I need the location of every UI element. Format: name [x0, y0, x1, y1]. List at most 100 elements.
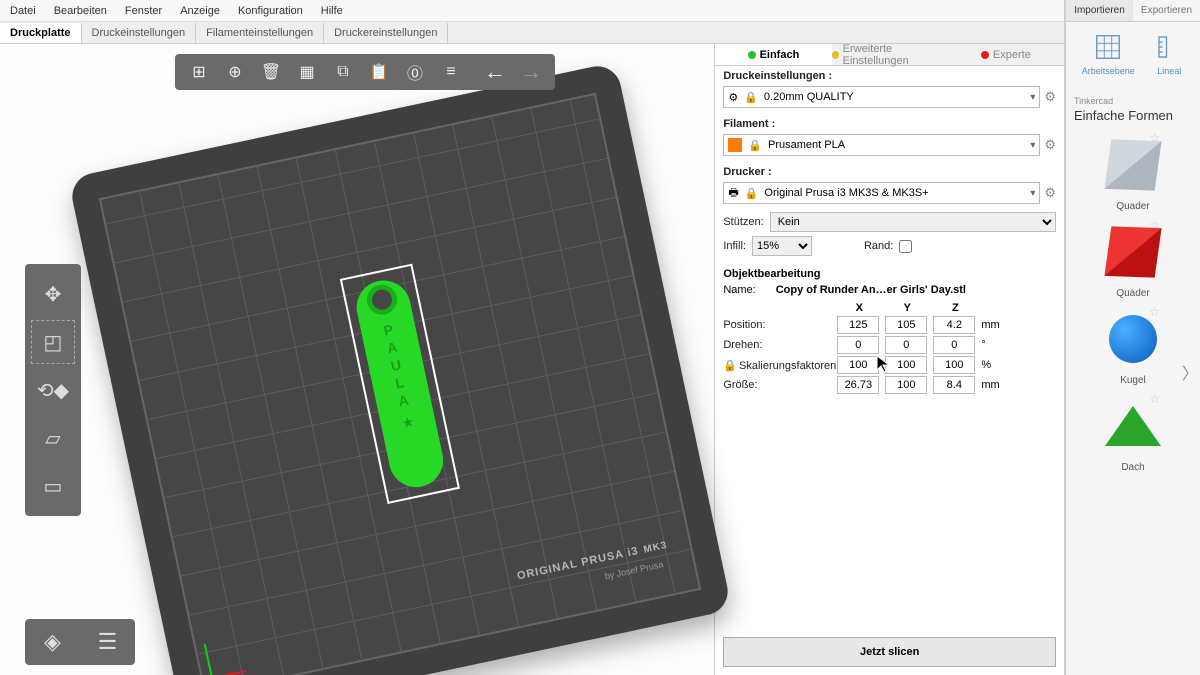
objedit-title: Objektbearbeitung — [723, 268, 1056, 280]
workplane-tool[interactable]: Arbeitsebene — [1082, 32, 1135, 76]
object-star-icon: ★ — [400, 413, 416, 432]
cut-tool-icon[interactable]: ▭ — [31, 464, 75, 508]
size-x-input[interactable] — [837, 376, 879, 394]
row-size-label: Größe: — [723, 379, 833, 391]
row-rotate-label: Drehen: — [723, 339, 833, 351]
print-bed: ORIGINAL PRUSA i3 MK3 by Josef Prusa PAU… — [68, 62, 732, 675]
menu-konfiguration[interactable]: Konfiguration — [238, 5, 303, 17]
tab-druckplatte[interactable]: Druckplatte — [0, 23, 82, 43]
position-z-input[interactable] — [933, 316, 975, 334]
shapes-category-title[interactable]: Einfache Formen — [1066, 108, 1200, 129]
redo-arrow-icon[interactable]: → — [515, 58, 547, 86]
position-y-input[interactable] — [885, 316, 927, 334]
infill-label: Infill: — [723, 240, 746, 252]
scale-z-input[interactable] — [933, 356, 975, 374]
print-settings-label: Druckeinstellungen : — [715, 66, 1064, 84]
row-position-label: Position: — [723, 319, 833, 331]
rotate-tool-icon[interactable]: ⟲◆ — [31, 368, 75, 412]
export-tab[interactable]: Exportieren — [1133, 0, 1200, 21]
menu-bearbeiten[interactable]: Bearbeiten — [54, 5, 107, 17]
filament-gear-icon[interactable]: ⚙ — [1044, 137, 1056, 153]
rotate-z-input[interactable] — [933, 336, 975, 354]
menu-fenster[interactable]: Fenster — [125, 5, 162, 17]
top-toolbar: ⊞ ⊕ 🗑 ▦ ⧉ 📋 ⓪ ≡ ← → — [175, 54, 555, 90]
gear-icon: ⚙ — [728, 91, 738, 104]
view-layers-icon[interactable]: ☰ — [80, 619, 135, 665]
shape-kugel[interactable]: ☆ Kugel — [1098, 309, 1168, 386]
brim-label: Rand: — [864, 240, 893, 252]
print-settings-dropdown[interactable]: ⚙ 🔒 0.20mm QUALITY — [723, 86, 1040, 108]
scale-tool-icon[interactable]: ▱ — [31, 416, 75, 460]
tab-filamenteinstellungen[interactable]: Filamenteinstellungen — [196, 23, 324, 43]
printer-gear-icon[interactable]: ⚙ — [1044, 185, 1056, 201]
shapes-category: Tinkercad — [1066, 88, 1200, 108]
add-cube-icon[interactable]: ⊞ — [183, 58, 215, 86]
view-solid-icon[interactable]: ◈ — [25, 619, 80, 665]
paste-icon[interactable]: 📋 — [363, 58, 395, 86]
selected-object[interactable]: PAULA ★ — [340, 264, 460, 504]
rotate-x-input[interactable] — [837, 336, 879, 354]
rotate-unit: ° — [981, 339, 1011, 351]
arrange-icon[interactable]: ▦ — [291, 58, 323, 86]
lock-icon[interactable]: 🔒 — [723, 360, 737, 372]
shapes-category — [1066, 78, 1200, 88]
delete-icon[interactable]: 🗑 — [255, 58, 287, 86]
ruler-tool[interactable]: Lineal — [1154, 32, 1184, 76]
move-tool-icon[interactable]: ✥ — [31, 272, 75, 316]
split-icon[interactable]: ≡ — [435, 58, 467, 86]
printer-label: Drucker : — [715, 162, 1064, 180]
tab-druckeinstellungen[interactable]: Druckeinstellungen — [82, 23, 197, 43]
axis-gizmo — [203, 632, 250, 675]
mode-advanced[interactable]: Erweiterte Einstellungen — [832, 44, 948, 65]
lock-icon: 🔒 — [744, 91, 758, 104]
mode-tabs: Einfach Erweiterte Einstellungen Experte — [715, 44, 1064, 66]
menu-datei[interactable]: Datei — [10, 5, 36, 17]
menu-anzeige[interactable]: Anzeige — [180, 5, 220, 17]
object-keyhole — [364, 282, 400, 318]
position-x-input[interactable] — [837, 316, 879, 334]
tinkercad-panel: Importieren Exportieren Arbeitsebene Lin… — [1065, 0, 1200, 675]
mode-simple[interactable]: Einfach — [715, 44, 831, 65]
filament-dropdown[interactable]: 🔒 Prusament PLA — [723, 134, 1040, 156]
infill-select[interactable]: 15% — [752, 236, 812, 256]
rotate-y-input[interactable] — [885, 336, 927, 354]
slice-button[interactable]: Jetzt slicen — [723, 637, 1056, 667]
position-unit: mm — [981, 319, 1011, 331]
instances-icon[interactable]: ⓪ — [399, 58, 431, 86]
filament-swatch — [728, 138, 742, 152]
undo-arrow-icon[interactable]: ← — [479, 58, 511, 86]
view-mode-toggle: ◈ ☰ — [25, 619, 135, 665]
row-scale-label: 🔒Skalierungsfaktoren: — [723, 359, 833, 372]
select-tool-icon[interactable]: ◰ — [31, 320, 75, 364]
lock-icon: 🔒 — [745, 187, 759, 200]
menubar: Datei Bearbeiten Fenster Anzeige Konfigu… — [0, 0, 1064, 22]
shape-dach[interactable]: ☆ Dach — [1098, 396, 1168, 473]
add-part-icon[interactable]: ⊕ — [219, 58, 251, 86]
tab-druckereinstellungen[interactable]: Druckereinstellungen — [324, 23, 448, 43]
mode-expert[interactable]: Experte — [948, 44, 1064, 65]
support-select[interactable]: Kein — [770, 212, 1056, 232]
scale-x-input[interactable] — [837, 356, 879, 374]
shape-quader-solid[interactable]: ☆ Quader — [1098, 222, 1168, 299]
col-y: Y — [885, 302, 929, 314]
scale-y-input[interactable] — [885, 356, 927, 374]
object-emboss-text: PAULA — [379, 321, 413, 412]
left-toolbar: ✥ ◰ ⟲◆ ▱ ▭ — [25, 264, 81, 516]
size-y-input[interactable] — [885, 376, 927, 394]
favorite-icon[interactable]: ☆ — [1149, 392, 1160, 406]
import-tab[interactable]: Importieren — [1066, 0, 1133, 21]
menu-hilfe[interactable]: Hilfe — [321, 5, 343, 17]
panel-expand-icon[interactable]: 〉 — [1182, 360, 1198, 384]
brim-checkbox[interactable] — [899, 240, 912, 253]
shape-quader-hollow[interactable]: ☆ Quader — [1098, 135, 1168, 212]
printer-dropdown[interactable]: 🖶 🔒 Original Prusa i3 MK3S & MK3S+ — [723, 182, 1040, 204]
copy-icon[interactable]: ⧉ — [327, 58, 359, 86]
main-tabs: Druckplatte Druckeinstellungen Filamente… — [0, 22, 1064, 44]
size-z-input[interactable] — [933, 376, 975, 394]
scale-unit: % — [981, 359, 1011, 371]
favorite-icon[interactable]: ☆ — [1149, 305, 1160, 319]
objedit-name-value: Copy of Runder An…er Girls' Day.stl — [776, 284, 966, 296]
size-unit: mm — [981, 379, 1011, 391]
print-settings-gear-icon[interactable]: ⚙ — [1044, 89, 1056, 105]
3d-viewport[interactable]: ⊞ ⊕ 🗑 ▦ ⧉ 📋 ⓪ ≡ ← → ✥ ◰ ⟲◆ ▱ ▭ — [0, 44, 714, 675]
